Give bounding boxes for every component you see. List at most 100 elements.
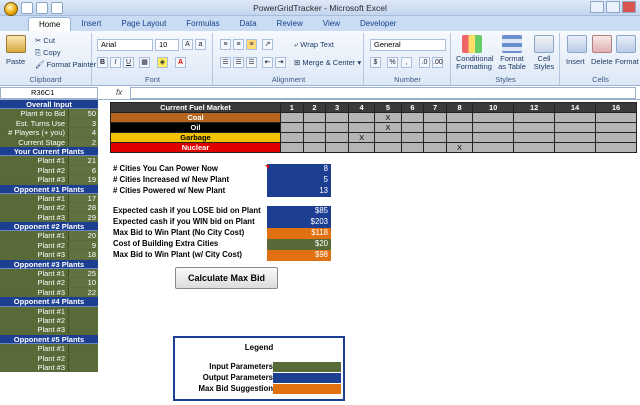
align-left-icon[interactable]: ☰ [220,57,231,68]
fuel-mark-cell[interactable] [554,122,596,133]
input-value-cell[interactable]: 4 [68,128,98,137]
increase-decimal-icon[interactable]: .0 [419,57,430,68]
maximize-icon[interactable] [606,1,620,13]
underline-icon[interactable]: U [123,57,134,68]
comma-icon[interactable]: , [401,57,412,68]
fuel-mark-cell[interactable] [400,142,425,153]
input-value-cell[interactable]: 18 [68,250,98,259]
input-value-cell[interactable] [68,315,98,325]
fuel-mark-cell[interactable]: X [445,142,474,153]
fuel-mark-cell[interactable]: X [347,132,376,143]
fuel-mark-cell[interactable] [472,132,515,143]
fuel-mark-cell[interactable] [513,112,556,123]
italic-icon[interactable]: I [110,57,121,68]
fuel-mark-cell[interactable] [423,112,447,123]
conditional-formatting-icon[interactable] [462,35,482,53]
fuel-mark-cell[interactable] [347,112,376,123]
fuel-mark-cell[interactable] [472,112,515,123]
fuel-mark-cell[interactable] [400,132,425,143]
tab-data[interactable]: Data [230,17,267,31]
currency-icon[interactable]: $ [370,57,381,68]
input-value-cell[interactable]: 22 [68,287,98,297]
fuel-mark-cell[interactable] [280,142,304,153]
fuel-mark-cell[interactable] [472,142,515,153]
calc-value-cell[interactable]: $20 [267,239,331,250]
tab-view[interactable]: View [313,17,350,31]
fuel-mark-cell[interactable] [513,122,556,133]
input-value-cell[interactable] [68,362,98,372]
decrease-indent-icon[interactable]: ⇤ [262,57,273,68]
fuel-mark-cell[interactable] [280,122,304,133]
input-value-cell[interactable] [68,353,98,362]
tab-home[interactable]: Home [28,17,72,31]
grow-font-icon[interactable]: A [182,39,193,50]
fuel-mark-cell[interactable] [595,112,637,123]
fuel-mark-cell[interactable] [445,122,474,133]
insert-button[interactable]: Insert [566,57,585,66]
format-painter-button[interactable]: 🖌 Format Painter [35,60,96,69]
input-value-cell[interactable]: 19 [68,175,98,184]
fuel-mark-cell[interactable]: X [374,112,402,123]
decrease-decimal-icon[interactable]: .00 [432,57,443,68]
input-value-cell[interactable]: 6 [68,165,98,175]
fuel-mark-cell[interactable] [554,142,596,153]
tab-developer[interactable]: Developer [350,17,406,31]
fuel-mark-cell[interactable] [302,112,327,123]
merge-center-button[interactable]: ⊞ Merge & Center ▾ [294,58,361,67]
fuel-mark-cell[interactable] [302,122,327,133]
input-value-cell[interactable]: 2 [68,137,98,147]
fuel-mark-cell[interactable] [280,112,304,123]
calc-value-cell[interactable]: 8 [267,164,331,175]
input-value-cell[interactable] [68,306,98,315]
input-value-cell[interactable] [68,325,98,334]
format-cells-icon[interactable] [616,35,636,53]
formula-input[interactable] [130,87,636,99]
fuel-mark-cell[interactable] [513,132,556,143]
shrink-font-icon[interactable]: a [195,39,206,50]
fuel-mark-cell[interactable] [374,132,402,143]
align-middle-icon[interactable]: ≡ [233,39,244,50]
calc-value-cell[interactable]: $203 [267,217,331,228]
cell-styles-icon[interactable] [534,35,554,53]
fuel-mark-cell[interactable] [513,142,556,153]
increase-indent-icon[interactable]: ⇥ [275,57,286,68]
calc-value-cell[interactable]: 5 [267,175,331,186]
percent-icon[interactable]: % [387,57,398,68]
insert-cells-icon[interactable] [567,35,587,53]
conditional-formatting-button[interactable]: Conditional Formatting [456,55,494,71]
format-as-table-icon[interactable] [502,35,522,53]
fuel-mark-cell[interactable] [347,142,376,153]
input-value-cell[interactable]: 21 [68,156,98,165]
fuel-mark-cell[interactable] [595,122,637,133]
fuel-mark-cell[interactable] [423,142,447,153]
input-value-cell[interactable]: 25 [68,269,98,278]
fuel-mark-cell[interactable] [347,122,376,133]
fuel-mark-cell[interactable] [423,122,447,133]
fuel-mark-cell[interactable] [325,112,349,123]
align-right-icon[interactable]: ☰ [246,57,257,68]
tab-page-layout[interactable]: Page Layout [111,17,176,31]
fuel-mark-cell[interactable] [595,132,637,143]
align-top-icon[interactable]: ≡ [220,39,231,50]
fuel-mark-cell[interactable] [325,142,349,153]
tab-insert[interactable]: Insert [71,17,111,31]
minimize-icon[interactable] [590,1,604,13]
number-format-select[interactable]: General [370,39,446,51]
fuel-mark-cell[interactable]: X [374,122,402,133]
input-value-cell[interactable]: 29 [68,212,98,222]
fuel-mark-cell[interactable] [423,132,447,143]
paste-icon[interactable] [6,35,26,53]
calc-value-cell[interactable]: 13 [267,186,331,197]
name-box[interactable]: R36C1 [0,87,98,99]
fx-icon[interactable]: fx [116,88,122,97]
font-size-select[interactable]: 10 [155,39,179,51]
fuel-mark-cell[interactable] [445,132,474,143]
fuel-mark-cell[interactable] [302,142,327,153]
copy-button[interactable]: ⎘ Copy [35,48,61,58]
fuel-mark-cell[interactable] [445,112,474,123]
delete-button[interactable]: Delete [591,57,613,66]
cell-styles-button[interactable]: Cell Styles [532,55,556,71]
fill-color-icon[interactable]: ◈ [157,57,168,68]
fuel-mark-cell[interactable] [472,122,515,133]
calc-value-cell[interactable]: $98 [267,250,331,261]
